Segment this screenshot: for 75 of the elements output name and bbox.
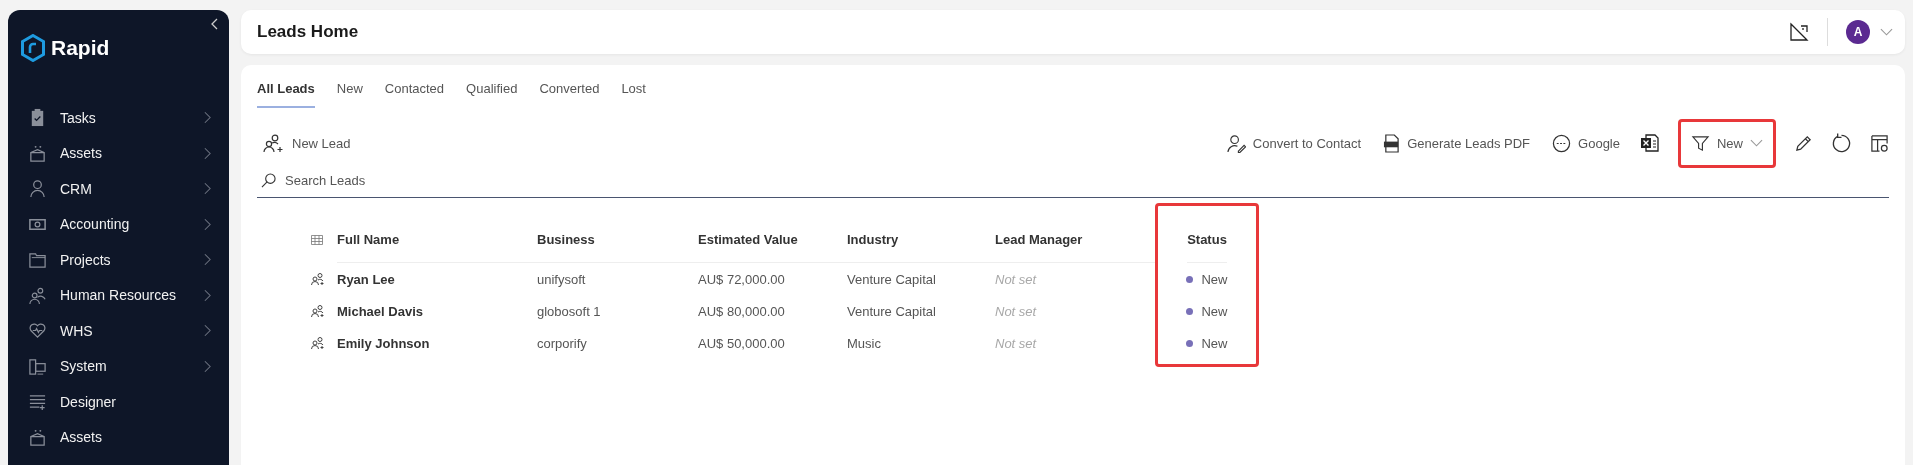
refresh-icon[interactable]: [1831, 132, 1852, 154]
table-cell[interactable]: Emily Johnson: [337, 335, 537, 351]
convert-to-contact-button[interactable]: Convert to Contact: [1224, 129, 1364, 157]
status-cell: New: [1186, 271, 1228, 287]
search-icon: [261, 173, 276, 188]
logo-icon: [20, 34, 46, 62]
heart-icon: [28, 321, 47, 341]
table-cell-text: AU$ 72,000.00: [698, 271, 786, 287]
people-icon: [28, 285, 47, 305]
people-icon: [311, 337, 325, 349]
tab[interactable]: Contacted: [384, 75, 445, 108]
table-cell-text: Venture Capital: [847, 271, 937, 287]
sidebar-item[interactable]: Tasks: [8, 100, 229, 136]
folder-icon: [28, 250, 47, 270]
tab[interactable]: Converted: [539, 75, 600, 108]
table-cell-text: corporify: [537, 335, 588, 351]
sidebar-item[interactable]: Assets: [8, 419, 229, 455]
user-avatar[interactable]: A: [1846, 20, 1870, 44]
sidebar-item[interactable]: System: [8, 348, 229, 384]
sidebar-item[interactable]: Projects: [8, 242, 229, 278]
column-header[interactable]: Lead Manager: [995, 217, 1155, 263]
sidebar-item[interactable]: Human Resources: [8, 277, 229, 313]
sidebar-item[interactable]: CRM: [8, 171, 229, 207]
filter-dropdown[interactable]: New: [1678, 118, 1776, 168]
box-icon: [28, 143, 47, 163]
filter-icon: [1691, 133, 1710, 153]
column-header[interactable]: Business: [537, 217, 698, 263]
people-icon: [311, 273, 325, 285]
box-icon: [28, 427, 47, 447]
tab[interactable]: Lost: [621, 75, 646, 108]
table-cell-text: AU$ 50,000.00: [698, 335, 786, 351]
list-icon: [28, 392, 47, 412]
status-cell: New: [1186, 303, 1228, 319]
table-cell-text: globosoft 1: [537, 303, 602, 319]
sidebar-item[interactable]: Assets: [8, 135, 229, 171]
table-cell[interactable]: Michael Davis: [337, 303, 537, 319]
sidebar-item[interactable]: Accounting: [8, 206, 229, 242]
column-header[interactable]: Estimated Value: [698, 217, 847, 263]
google-button[interactable]: Google: [1550, 129, 1622, 157]
add-people-icon: [263, 133, 285, 153]
ruler-icon[interactable]: [1789, 22, 1809, 42]
tab[interactable]: New: [336, 75, 363, 108]
computer-icon: [28, 356, 47, 376]
new-lead-button[interactable]: New Lead: [261, 129, 353, 157]
chevron-down-icon: [1750, 139, 1763, 147]
page-title: Leads Home: [257, 22, 360, 42]
status-cell: New: [1186, 335, 1228, 351]
pdf-file-icon: [1383, 133, 1401, 153]
person-icon: [28, 179, 47, 199]
person-pencil-icon: [1226, 133, 1246, 153]
column-header[interactable]: Industry: [847, 217, 995, 263]
collapse-icon[interactable]: [211, 18, 219, 30]
people-icon: [311, 305, 325, 317]
column-header[interactable]: Status: [1187, 217, 1227, 263]
chevron-down-icon[interactable]: [1880, 28, 1893, 36]
grid-icon[interactable]: [311, 235, 323, 245]
pencil-icon[interactable]: [1794, 133, 1813, 153]
tab[interactable]: All Leads: [257, 75, 315, 108]
table-cell-text: Venture Capital: [847, 303, 937, 319]
sidebar-item[interactable]: Designer: [8, 384, 229, 420]
column-header[interactable]: Full Name: [337, 217, 537, 263]
table-cell-text: AU$ 80,000.00: [698, 303, 786, 319]
generate-pdf-button[interactable]: Generate Leads PDF: [1381, 129, 1533, 157]
table-cell-text: Not set: [995, 271, 1038, 287]
table-cell[interactable]: Ryan Lee: [337, 271, 537, 287]
ellipsis-circle-icon: [1552, 133, 1572, 153]
table-settings-icon[interactable]: [1870, 133, 1889, 153]
table-cell-text: Music: [847, 335, 882, 351]
brand-name: Rapid: [51, 36, 110, 60]
sidebar-item[interactable]: WHS: [8, 313, 229, 349]
table-cell-text: Not set: [995, 303, 1038, 319]
table-cell-text: Not set: [995, 335, 1038, 351]
tab[interactable]: Qualified: [466, 75, 518, 108]
spreadsheet-icon[interactable]: [1640, 133, 1660, 153]
table-cell-text: unifysoft: [537, 271, 587, 287]
